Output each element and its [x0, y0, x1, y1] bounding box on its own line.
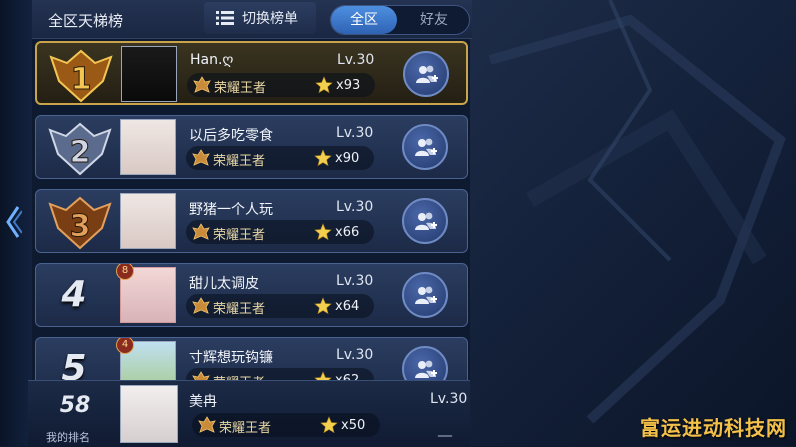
rank-number: 3 [70, 209, 91, 244]
tier-label: 荣耀王者 [214, 81, 267, 96]
tier-label: 荣耀王者 [213, 302, 266, 317]
star-count: x90 [335, 151, 360, 166]
switch-list-label: 切换榜单 [242, 11, 298, 27]
leaderboard-row[interactable]: 4 8 甜儿太调皮 Lv.30 荣耀王者 x64 [35, 263, 468, 327]
tab-all-server[interactable]: 全区 [331, 6, 397, 34]
star-count: x93 [336, 78, 361, 93]
player-name: 甜儿太调皮 [189, 276, 259, 292]
background-art [470, 0, 796, 446]
rank-medal-icon: 1 [49, 49, 113, 103]
tier-label: 荣耀王者 [213, 228, 266, 243]
rank-number: 4 [61, 274, 87, 315]
leaderboard-row[interactable]: 3 野猪一个人玩 Lv.30 荣耀王者 x66 [35, 189, 468, 253]
tab-friends[interactable]: 好友 [401, 6, 467, 34]
player-name: Han.ღ [190, 52, 234, 68]
star-count: x50 [341, 418, 366, 433]
add-friend-icon [416, 65, 438, 83]
player-level: Lv.30 [430, 391, 468, 407]
avatar[interactable] [120, 385, 178, 443]
star-icon [314, 223, 332, 241]
tier-label: 荣耀王者 [213, 154, 266, 169]
player-level: Lv.30 [336, 273, 374, 289]
avatar[interactable] [121, 46, 177, 102]
star-icon [314, 149, 332, 167]
avatar[interactable] [120, 119, 176, 175]
add-friend-icon [415, 360, 437, 378]
add-friend-button[interactable] [402, 124, 448, 170]
rank-medal-icon: 3 [48, 196, 112, 250]
player-level: Lv.30 [336, 199, 374, 215]
leaderboard-row[interactable]: 1 Han.ღ Lv.30 荣耀王者 x93 [35, 41, 468, 105]
star-icon [320, 416, 338, 434]
chevron-left-icon[interactable] [4, 205, 22, 239]
list-icon [216, 11, 234, 25]
tier-label: 荣耀王者 [219, 421, 272, 436]
player-name: 美冉 [189, 394, 217, 410]
my-rank-number: 58 [59, 393, 91, 418]
scope-tabs: 全区 好友 [330, 5, 470, 35]
avatar[interactable] [120, 193, 176, 249]
leaderboard-row[interactable]: 2 以后多吃零食 Lv.30 荣耀王者 x90 [35, 115, 468, 179]
tier-emblem-icon [192, 149, 210, 166]
placeholder-dash: __ [438, 421, 452, 437]
add-friend-button[interactable] [402, 198, 448, 244]
rank-medal-icon: 2 [48, 122, 112, 176]
star-count: x66 [335, 225, 360, 240]
tier-emblem-icon [192, 297, 210, 314]
add-friend-button[interactable] [402, 272, 448, 318]
player-level: Lv.30 [336, 347, 374, 363]
switch-list-button[interactable]: 切换榜单 [204, 2, 316, 34]
player-level: Lv.30 [337, 52, 375, 68]
add-friend-icon [415, 138, 437, 156]
player-name: 寸辉想玩钩镰 [189, 350, 273, 366]
watermark: 富运进动科技网 [640, 416, 787, 440]
rank-number: 2 [70, 135, 91, 170]
player-level: Lv.30 [336, 125, 374, 141]
player-name: 野猪一个人玩 [189, 202, 273, 218]
add-friend-button[interactable] [403, 51, 449, 97]
tier-emblem-icon [193, 76, 211, 93]
my-rank-label: 我的排名 [46, 431, 90, 444]
add-friend-icon [415, 286, 437, 304]
star-icon [315, 76, 333, 94]
tier-emblem-icon [198, 416, 216, 433]
add-friend-icon [415, 212, 437, 230]
player-name: 以后多吃零食 [189, 128, 273, 144]
top-bar: 全区天梯榜 切换榜单 全区 好友 [32, 0, 472, 39]
star-count: x64 [335, 299, 360, 314]
rank-number: 1 [71, 62, 92, 97]
page-title: 全区天梯榜 [48, 12, 124, 30]
star-icon [314, 297, 332, 315]
tier-emblem-icon [192, 223, 210, 240]
my-rank-bar: 58 我的排名 美冉 Lv.30 荣耀王者 x50 __ [28, 380, 470, 447]
